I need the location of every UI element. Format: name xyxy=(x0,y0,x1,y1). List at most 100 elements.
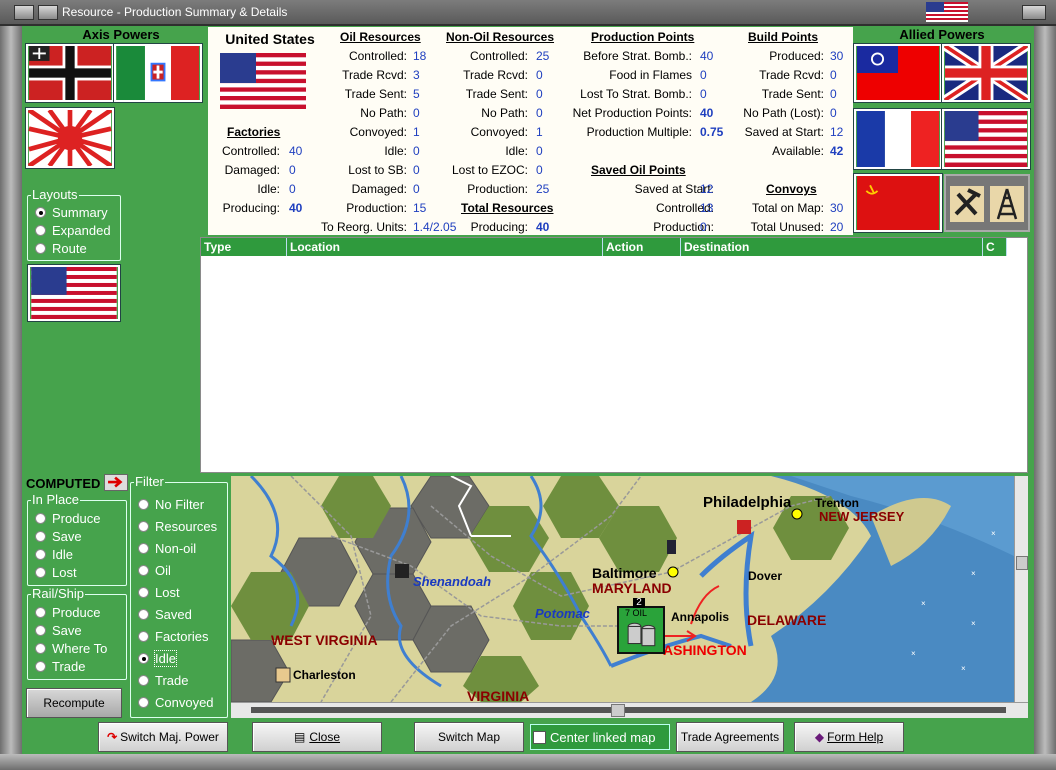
filter-factories-radio[interactable]: Factories xyxy=(138,629,208,644)
vertical-scroll-thumb[interactable] xyxy=(1016,556,1028,570)
switch-map-button[interactable]: Switch Map xyxy=(414,722,524,752)
convoys-row-value: 20 xyxy=(830,220,844,234)
mini-map[interactable]: × × × × × × Philadelphia Trenton NEW JERSEY S… xyxy=(231,476,1014,702)
switch-major-power-button[interactable]: ↷ Switch Maj. Power xyxy=(98,722,228,752)
ussr-flag-icon[interactable] xyxy=(854,174,942,232)
filter-non-oil-radio[interactable]: Non-oil xyxy=(138,541,196,556)
oil-unit-counter[interactable]: 2 7 OIL xyxy=(617,598,665,654)
filter-option-label: Factories xyxy=(155,629,209,644)
computed-toggle-button[interactable] xyxy=(104,474,128,491)
option-label: Produce xyxy=(52,605,101,620)
column-action[interactable]: Action xyxy=(603,238,681,256)
minimize-button[interactable] xyxy=(38,5,58,20)
bp-row-label: Trade Rcvd: xyxy=(759,68,824,82)
svg-text:×: × xyxy=(971,619,976,628)
map-horizontal-scrollbar[interactable] xyxy=(231,702,1028,718)
map-label-dover: Dover xyxy=(748,569,783,583)
mining-icon[interactable] xyxy=(950,186,984,222)
system-menu-button[interactable] xyxy=(14,5,34,20)
horizontal-scroll-track[interactable] xyxy=(251,707,1006,713)
column-location[interactable]: Location xyxy=(287,238,603,256)
close-button[interactable]: ▤ Close xyxy=(252,722,382,752)
column-c[interactable]: C xyxy=(983,238,1007,256)
in-place-group: In Place Produce Save Idle Lost xyxy=(27,492,127,586)
bp-row-label: No Path (Lost): xyxy=(743,106,824,120)
option-label: Save xyxy=(52,529,82,544)
inplace-lost-radio[interactable]: Lost xyxy=(35,565,77,580)
rail-save-radio[interactable]: Save xyxy=(35,623,82,638)
allied-powers-title: Allied Powers xyxy=(899,27,985,42)
radio-dot xyxy=(35,225,46,236)
rail-produce-radio[interactable]: Produce xyxy=(35,605,100,620)
resource-type-buttons xyxy=(944,174,1030,232)
map-label-delaware: DELAWARE xyxy=(747,612,827,628)
filter-trade-radio[interactable]: Trade xyxy=(138,673,188,688)
map-label-west-virginia: WEST VIRGINIA xyxy=(271,632,378,648)
map-label-baltimore: Baltimore xyxy=(592,565,657,581)
right-frame xyxy=(1034,26,1056,770)
filter-oil-radio[interactable]: Oil xyxy=(138,563,171,578)
map-vertical-scrollbar[interactable] xyxy=(1014,476,1028,702)
unit-stack-count: 2 xyxy=(633,598,645,608)
trade-agreements-button[interactable]: Trade Agreements xyxy=(676,722,784,752)
current-power-us-flag-icon[interactable] xyxy=(28,265,120,321)
oil-barrels-icon xyxy=(627,622,656,647)
oil-derrick-icon[interactable] xyxy=(990,186,1024,222)
map-label-potomac: Potomac xyxy=(535,606,590,621)
option-label: Lost xyxy=(52,565,77,580)
production-points-title: Production Points xyxy=(591,30,695,44)
recompute-button[interactable]: Recompute xyxy=(26,688,122,718)
details-table: Type Location Action Destination C xyxy=(200,237,1028,473)
japan-flag-icon[interactable] xyxy=(26,108,114,168)
layout-expanded-radio[interactable]: Expanded xyxy=(35,223,111,238)
france-flag-icon[interactable] xyxy=(854,109,942,169)
rail-where-to-radio[interactable]: Where To xyxy=(35,641,107,656)
column-destination[interactable]: Destination xyxy=(681,238,983,256)
filter-saved-radio[interactable]: Saved xyxy=(138,607,192,622)
radio-dot xyxy=(138,697,149,708)
china-flag-icon[interactable] xyxy=(854,44,942,102)
map-label-charleston: Charleston xyxy=(293,668,356,682)
radio-dot xyxy=(35,567,46,578)
layout-option-label: Route xyxy=(52,241,87,256)
window-close-button[interactable] xyxy=(1022,5,1046,20)
option-label: Trade xyxy=(52,659,86,674)
filter-lost-radio[interactable]: Lost xyxy=(138,585,180,600)
saved-row-value: 12 xyxy=(700,182,714,196)
bp-row-label: Available: xyxy=(772,144,824,158)
radio-dot xyxy=(138,543,149,554)
column-type[interactable]: Type xyxy=(201,238,287,256)
radio-dot xyxy=(35,243,46,254)
inplace-produce-radio[interactable]: Produce xyxy=(35,511,100,526)
uk-flag-icon[interactable] xyxy=(942,44,1030,102)
horizontal-scroll-thumb[interactable] xyxy=(611,704,625,717)
svg-text:×: × xyxy=(911,649,916,658)
radio-dot xyxy=(138,631,149,642)
filter-option-label: Non-oil xyxy=(155,541,197,556)
filter-convoyed-radio[interactable]: Convoyed xyxy=(138,695,214,710)
filter-resources-radio[interactable]: Resources xyxy=(138,519,217,534)
svg-text:×: × xyxy=(991,529,996,538)
layout-route-radio[interactable]: Route xyxy=(35,241,87,256)
filter-option-label: Lost xyxy=(155,585,180,600)
bp-row-label: Trade Sent: xyxy=(761,87,824,101)
italy-flag-icon[interactable] xyxy=(114,44,202,102)
layout-summary-radio[interactable]: Summary xyxy=(35,205,108,220)
saved-row-label: Saved at Start: xyxy=(634,182,714,196)
filter-no-filter-radio[interactable]: No Filter xyxy=(138,497,204,512)
filter-idle-radio[interactable]: Idle xyxy=(138,650,177,667)
svg-text:×: × xyxy=(961,664,966,673)
germany-flag-icon[interactable] xyxy=(26,44,114,102)
map-label-new-jersey: NEW JERSEY xyxy=(819,509,905,524)
inplace-save-radio[interactable]: Save xyxy=(35,529,82,544)
filter-option-label: Oil xyxy=(155,563,171,578)
svg-text:×: × xyxy=(921,599,926,608)
rail-trade-radio[interactable]: Trade xyxy=(35,659,85,674)
country-name: United States xyxy=(225,31,315,47)
inplace-idle-radio[interactable]: Idle xyxy=(35,547,73,562)
convoys-row-label: Total on Map: xyxy=(751,201,824,215)
radio-dot xyxy=(35,513,46,524)
form-help-button[interactable]: ◆ Form Help xyxy=(794,722,904,752)
us-ally-flag-icon[interactable] xyxy=(942,109,1030,169)
center-linked-map-checkbox[interactable]: Center linked map xyxy=(530,724,670,750)
